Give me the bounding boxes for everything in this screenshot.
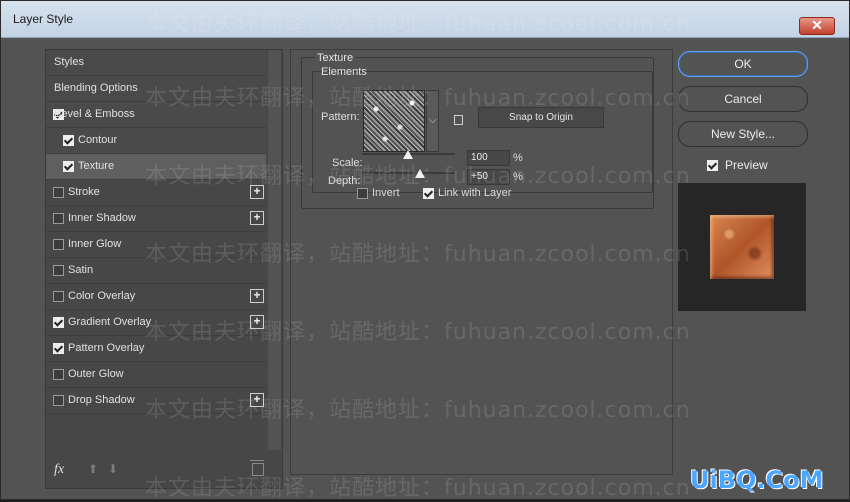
watermark-text: 本文由夫环翻译，站酷地址：fuhuan.zcool.com.cn bbox=[145, 476, 691, 501]
drop-shadow-label: Drop Shadow bbox=[68, 394, 135, 406]
outer-glow-label: Outer Glow bbox=[68, 368, 124, 380]
add-color-overlay-button[interactable]: + bbox=[250, 289, 264, 303]
preview-thumbnail bbox=[678, 183, 806, 311]
fx-icon[interactable]: fx bbox=[54, 462, 64, 478]
gradient-overlay-checkbox[interactable] bbox=[53, 317, 64, 328]
bevel-emboss-label: Bevel & Emboss bbox=[54, 108, 135, 120]
satin-checkbox[interactable] bbox=[53, 265, 64, 276]
texture-checkbox[interactable] bbox=[63, 161, 74, 172]
styles-header-label: Styles bbox=[54, 56, 84, 68]
preview-label: Preview bbox=[725, 158, 768, 172]
move-up-icon[interactable]: ⬆ bbox=[88, 462, 98, 476]
blending-options-label: Blending Options bbox=[54, 82, 138, 94]
watermark-text: 本文由夫环翻译，站酷地址：fuhuan.zcool.com.cn bbox=[145, 86, 691, 111]
inner-shadow-label: Inner Shadow bbox=[68, 212, 136, 224]
texture-label: Texture bbox=[78, 160, 115, 172]
watermark-text: 本文由夫环翻译，站酷地址：fuhuan.zcool.com.cn bbox=[145, 164, 691, 189]
styles-header[interactable]: Styles bbox=[46, 50, 266, 76]
drop-shadow-checkbox[interactable] bbox=[53, 395, 64, 406]
site-logo: UiBQ.CoM bbox=[690, 466, 824, 494]
satin-label: Satin bbox=[68, 264, 94, 276]
gradient-overlay-label: Gradient Overlay bbox=[68, 316, 152, 328]
outer-glow-checkbox[interactable] bbox=[53, 369, 64, 380]
color-overlay-item[interactable]: Color Overlay + bbox=[46, 284, 266, 310]
move-down-icon[interactable]: ⬇ bbox=[108, 462, 118, 476]
new-preset-icon[interactable] bbox=[454, 115, 463, 125]
preview-checkbox[interactable] bbox=[707, 160, 718, 171]
watermark-text: 本文由夫环翻译，站酷地址：fuhuan.zcool.com.cn bbox=[145, 398, 691, 423]
close-button[interactable]: ✕ bbox=[799, 17, 835, 35]
watermark-text: 本文由夫环翻译，站酷地址：fuhuan.zcool.com.cn bbox=[145, 242, 691, 267]
color-overlay-label: Color Overlay bbox=[68, 290, 136, 302]
texture-group-title: Texture bbox=[315, 52, 356, 64]
pattern-overlay-label: Pattern Overlay bbox=[68, 342, 145, 354]
elements-group-title: Elements bbox=[321, 66, 367, 78]
pattern-label: Pattern: bbox=[321, 111, 360, 123]
pattern-overlay-checkbox[interactable] bbox=[53, 343, 64, 354]
inner-shadow-item[interactable]: Inner Shadow + bbox=[46, 206, 266, 232]
stroke-label: Stroke bbox=[68, 186, 100, 198]
new-style-button[interactable]: New Style... bbox=[678, 121, 808, 147]
add-inner-shadow-button[interactable]: + bbox=[250, 211, 264, 225]
contour-checkbox[interactable] bbox=[63, 135, 74, 146]
ok-button[interactable]: OK bbox=[678, 51, 808, 77]
dialog-title: Layer Style bbox=[13, 12, 74, 26]
inner-glow-label: Inner Glow bbox=[68, 238, 122, 250]
contour-item[interactable]: Contour bbox=[46, 128, 266, 154]
cancel-button[interactable]: Cancel bbox=[678, 86, 808, 112]
stroke-checkbox[interactable] bbox=[53, 187, 64, 198]
inner-glow-checkbox[interactable] bbox=[53, 239, 64, 250]
inner-shadow-checkbox[interactable] bbox=[53, 213, 64, 224]
contour-label: Contour bbox=[78, 134, 118, 146]
watermark-text: 本文由夫环翻译，站酷地址：fuhuan.zcool.com.cn bbox=[145, 12, 691, 37]
color-overlay-checkbox[interactable] bbox=[53, 291, 64, 302]
outer-glow-item[interactable]: Outer Glow bbox=[46, 362, 266, 388]
preview-swatch bbox=[710, 215, 774, 279]
watermark-text: 本文由夫环翻译，站酷地址：fuhuan.zcool.com.cn bbox=[145, 320, 691, 345]
